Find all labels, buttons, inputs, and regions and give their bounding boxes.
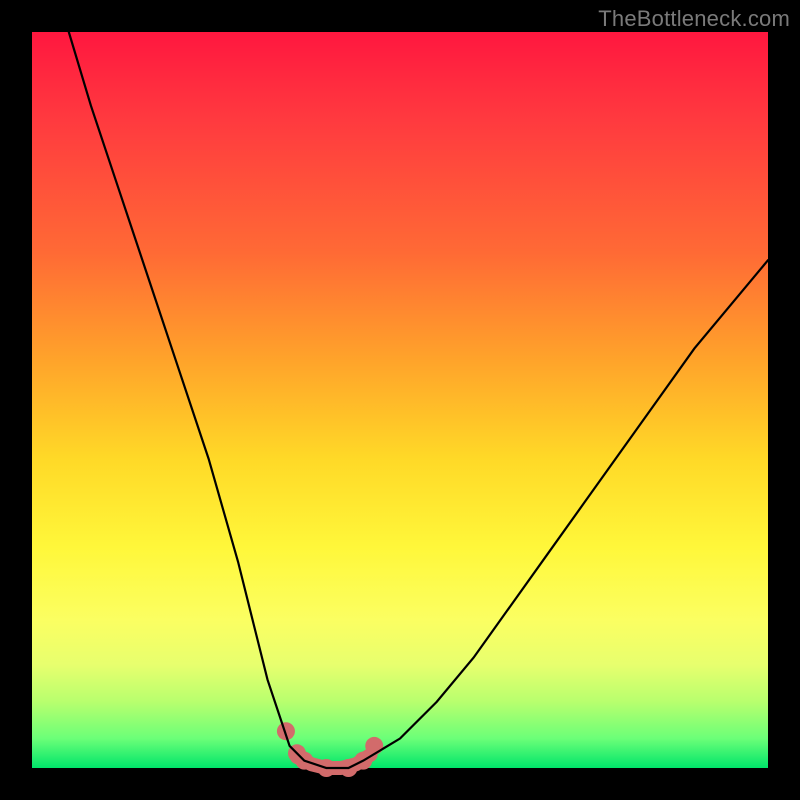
bottleneck-curve [69,32,768,768]
trough-marker [365,737,383,755]
watermark-text: TheBottleneck.com [598,6,790,32]
chart-frame: TheBottleneck.com [0,0,800,800]
plot-area [32,32,768,768]
curve-svg [32,32,768,768]
